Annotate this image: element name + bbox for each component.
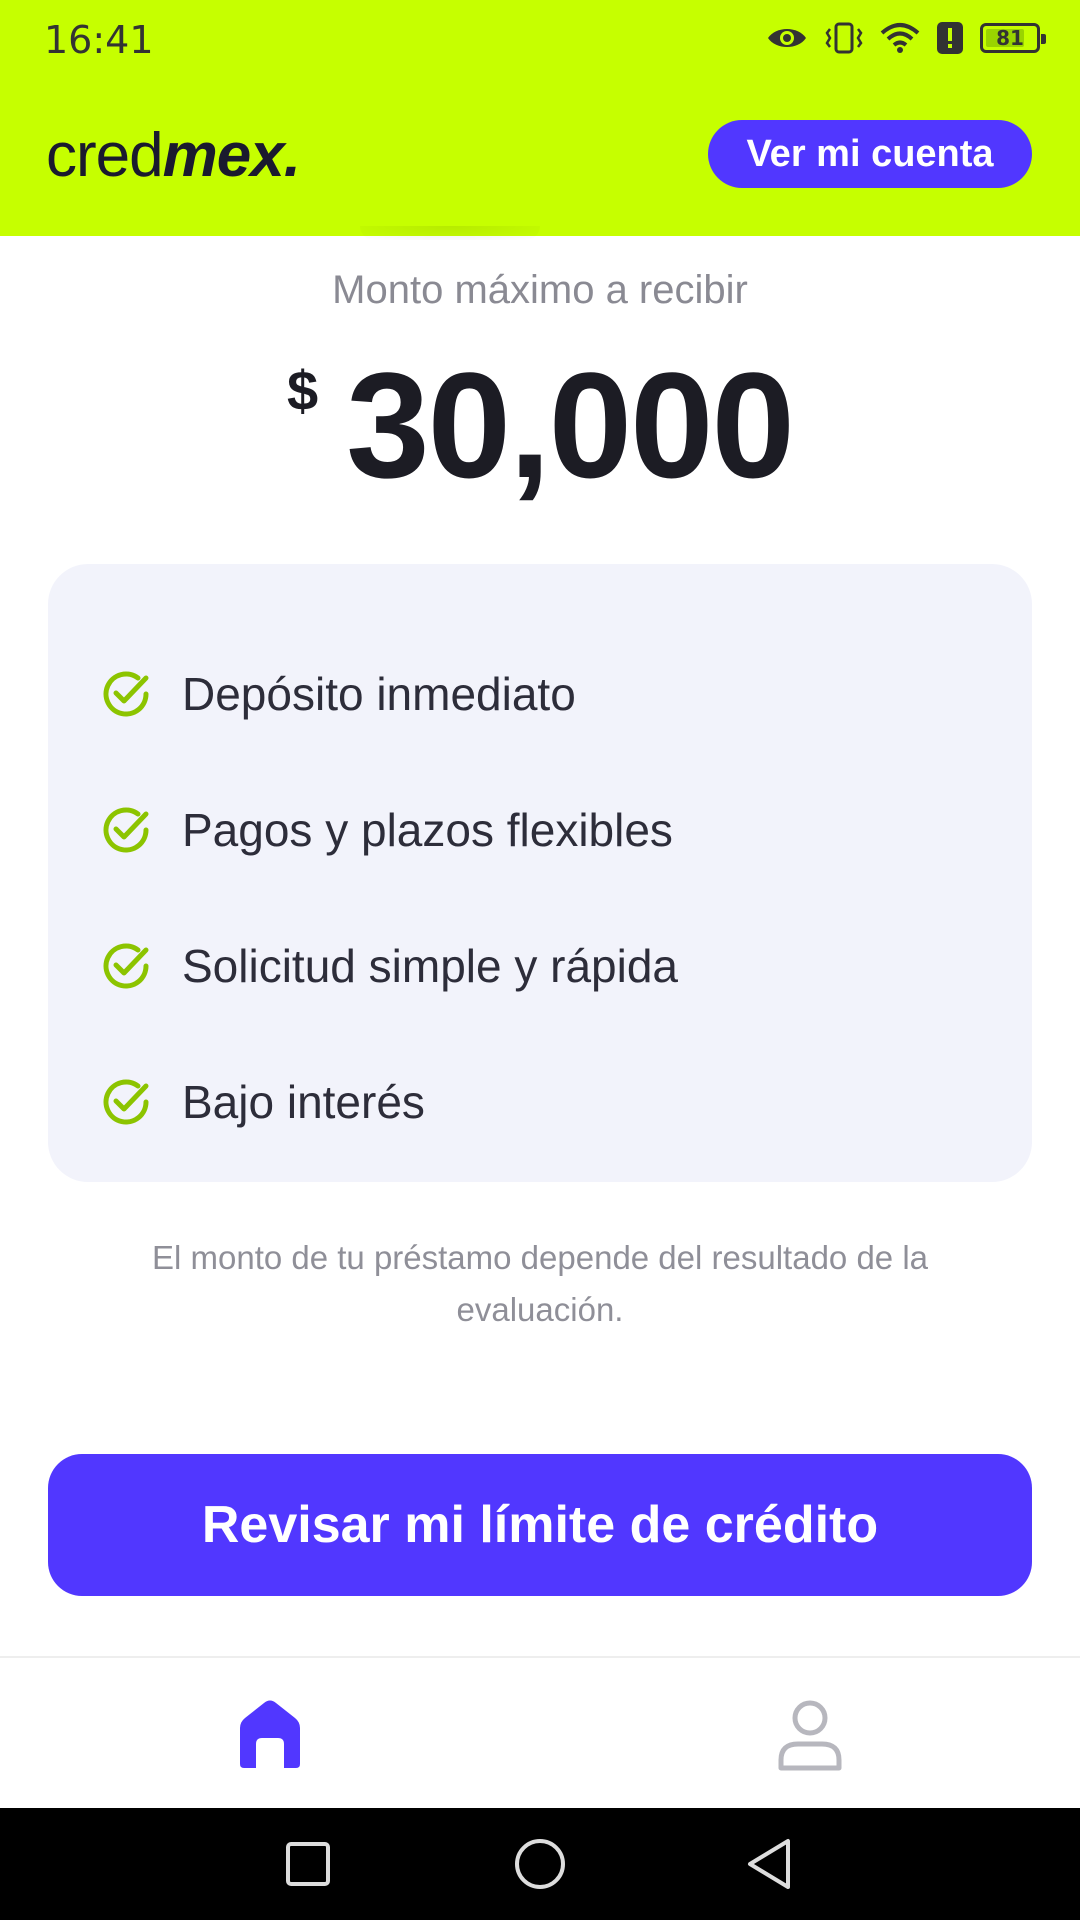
view-account-button[interactable]: Ver mi cuenta	[708, 120, 1032, 188]
currency-symbol: $	[287, 359, 319, 422]
recents-square-icon[interactable]	[284, 1840, 332, 1888]
logo-bold-text: mex.	[162, 121, 301, 190]
user-icon[interactable]	[776, 1698, 844, 1772]
feature-item: Pagos y plazos flexibles	[98, 800, 673, 860]
logo-light-text: cred	[46, 121, 164, 190]
feature-item: Solicitud simple y rápida	[98, 936, 678, 996]
eye-icon	[766, 23, 808, 53]
app-screen: 16:41 81 credmex. Ver mi cuenta Monto má…	[0, 0, 1080, 1920]
features-card: Depósito inmediato Pagos y plazos flexib…	[48, 564, 1032, 1182]
check-credit-limit-button[interactable]: Revisar mi límite de crédito	[48, 1454, 1032, 1596]
feature-text: Bajo interés	[182, 1076, 425, 1128]
feature-text: Depósito inmediato	[182, 668, 576, 720]
feature-item: Depósito inmediato	[98, 664, 576, 724]
max-amount-label: Monto máximo a recibir	[332, 268, 748, 312]
back-triangle-icon[interactable]	[744, 1836, 794, 1892]
battery-level: 81	[996, 26, 1024, 50]
vibrate-icon	[824, 21, 864, 55]
check-circle-icon	[103, 807, 149, 853]
home-circle-icon[interactable]	[512, 1836, 568, 1892]
wifi-icon	[880, 21, 920, 55]
feature-text: Solicitud simple y rápida	[182, 940, 679, 992]
feature-item: Bajo interés	[98, 1072, 425, 1132]
disclaimer-text: El monto de tu préstamo depende del resu…	[151, 1239, 928, 1328]
amount-value: 30,000	[346, 341, 795, 509]
credmex-logo: credmex.	[46, 120, 301, 192]
check-circle-icon	[103, 943, 149, 989]
scroll-shadow	[360, 226, 540, 240]
check-circle-icon	[103, 671, 149, 717]
battery-icon: 81	[980, 23, 1046, 53]
system-navigation-bar	[0, 1808, 1080, 1920]
max-amount: $ 30,000	[0, 340, 1080, 510]
status-time: 16:41	[44, 18, 154, 62]
bottom-navigation	[0, 1656, 1080, 1808]
check-circle-icon	[103, 1079, 149, 1125]
alert-icon	[936, 21, 964, 55]
status-icons: 81	[766, 16, 1046, 60]
app-header: 16:41 81 credmex. Ver mi cuenta	[0, 0, 1080, 236]
home-icon[interactable]	[236, 1698, 304, 1770]
feature-text: Pagos y plazos flexibles	[182, 804, 673, 856]
